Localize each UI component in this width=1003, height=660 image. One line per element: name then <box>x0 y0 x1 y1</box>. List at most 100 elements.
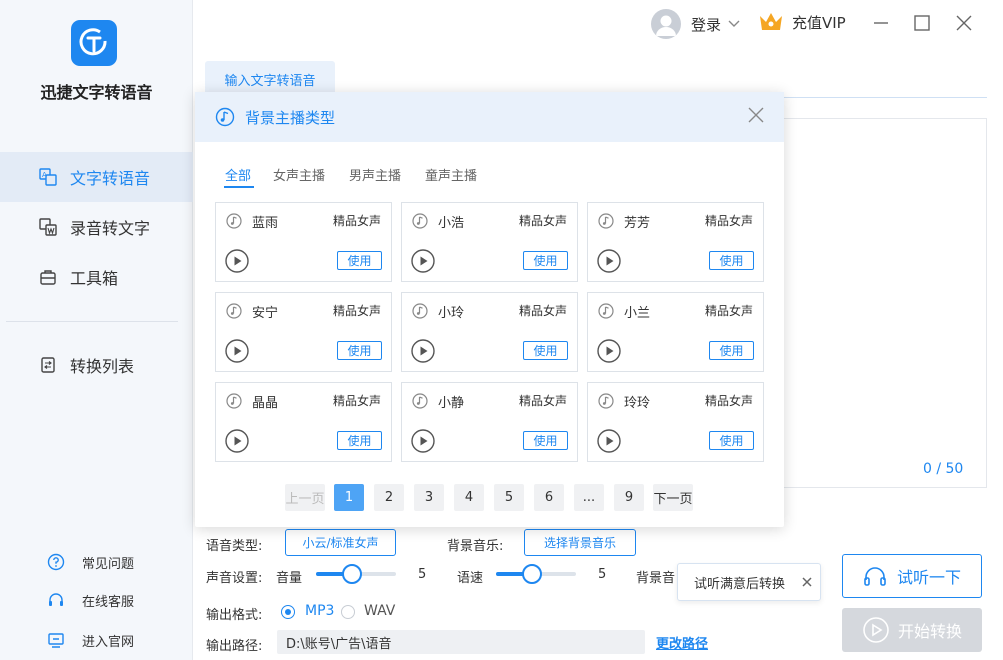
sidebar-item-recording-to-text[interactable]: 录音转文字 <box>0 202 193 252</box>
format-wav-label[interactable]: WAV <box>364 603 395 619</box>
list-icon <box>38 355 58 375</box>
official-site-link[interactable]: 进入官网 <box>46 630 134 650</box>
speed-slider[interactable] <box>496 564 576 584</box>
use-button[interactable]: 使用 <box>523 431 568 450</box>
start-convert-label: 开始转换 <box>897 622 962 641</box>
use-button[interactable]: 使用 <box>337 431 382 450</box>
anchor-card[interactable]: 小兰 精品女声 使用 <box>587 292 764 372</box>
anchor-name: 玲玲 <box>624 396 651 411</box>
use-button[interactable]: 使用 <box>709 341 754 360</box>
faq-link[interactable]: 常见问题 <box>46 552 134 572</box>
close-window-button[interactable] <box>953 12 975 34</box>
play-icon[interactable] <box>411 249 435 273</box>
play-icon[interactable] <box>225 429 249 453</box>
select-bg-music-button[interactable]: 选择背景音乐 <box>524 529 636 556</box>
use-button[interactable]: 使用 <box>337 251 382 270</box>
online-support-link[interactable]: 在线客服 <box>46 590 134 610</box>
text-input-area[interactable] <box>784 118 987 488</box>
tab-all[interactable]: 全部 <box>225 165 251 184</box>
tab-female[interactable]: 女声主播 <box>273 165 325 184</box>
char-counter: 0 / 50 <box>923 461 964 477</box>
sidebar-item-text-to-speech[interactable]: A 文字转语音 <box>0 152 193 202</box>
minimize-button[interactable] <box>870 12 892 34</box>
question-icon <box>46 552 66 572</box>
format-wav-radio[interactable] <box>341 605 355 619</box>
sidebar-item-toolbox[interactable]: 工具箱 <box>0 252 193 302</box>
music-note-icon <box>598 213 614 229</box>
anchor-tag: 精品女声 <box>704 394 753 408</box>
preview-button[interactable]: 试听一下 <box>842 554 982 598</box>
chevron-down-icon <box>728 20 740 28</box>
play-icon[interactable] <box>597 249 621 273</box>
modal-title: 背景主播类型 <box>245 108 336 127</box>
maximize-icon <box>914 15 930 31</box>
use-button[interactable]: 使用 <box>523 341 568 360</box>
maximize-button[interactable] <box>911 12 933 34</box>
page-ellipsis[interactable]: ... <box>574 484 604 511</box>
sidebar-item-conversion-list[interactable]: 转换列表 <box>0 340 193 390</box>
tab-child[interactable]: 童声主播 <box>425 165 477 184</box>
page-1[interactable]: 1 <box>334 484 364 511</box>
change-path-link[interactable]: 更改路径 <box>656 633 708 652</box>
voice-type-button[interactable]: 小云/标准女声 <box>285 529 396 556</box>
crown-icon <box>758 11 784 33</box>
sidebar-item-label: 文字转语音 <box>70 169 151 188</box>
format-mp3-label[interactable]: MP3 <box>305 603 334 619</box>
vip-label: 充值VIP <box>792 13 846 32</box>
online-support-label: 在线客服 <box>82 594 135 610</box>
use-button[interactable]: 使用 <box>709 251 754 270</box>
volume-slider-knob[interactable] <box>342 564 362 584</box>
play-icon[interactable] <box>411 429 435 453</box>
music-note-icon <box>598 393 614 409</box>
recharge-vip-button[interactable]: 充值VIP <box>758 11 846 33</box>
anchor-card[interactable]: 芳芳 精品女声 使用 <box>587 202 764 282</box>
play-icon[interactable] <box>597 429 621 453</box>
format-mp3-radio[interactable] <box>281 605 295 619</box>
page-9[interactable]: 9 <box>614 484 644 511</box>
page-6[interactable]: 6 <box>534 484 564 511</box>
anchor-card[interactable]: 安宁 精品女声 使用 <box>215 292 392 372</box>
speed-slider-knob[interactable] <box>522 564 542 584</box>
sidebar-item-label: 录音转文字 <box>70 219 151 238</box>
faq-label: 常见问题 <box>82 556 135 572</box>
close-icon[interactable] <box>747 106 765 124</box>
start-convert-button[interactable]: 开始转换 <box>842 608 982 652</box>
page-4[interactable]: 4 <box>454 484 484 511</box>
anchor-tag: 精品女声 <box>518 304 567 318</box>
anchor-card[interactable]: 小静 精品女声 使用 <box>401 382 578 462</box>
anchor-card[interactable]: 玲玲 精品女声使用 <box>587 382 764 462</box>
page-5[interactable]: 5 <box>494 484 524 511</box>
page-3[interactable]: 3 <box>414 484 444 511</box>
play-icon[interactable] <box>597 339 621 363</box>
preview-tooltip: 试听满意后转换 <box>677 563 821 601</box>
use-button[interactable]: 使用 <box>709 431 754 450</box>
volume-slider[interactable] <box>316 564 396 584</box>
anchor-tag: 精品女声 <box>704 304 753 318</box>
close-icon[interactable] <box>800 575 814 589</box>
anchor-card[interactable]: 小玲 精品女声 使用 <box>401 292 578 372</box>
preview-label: 试听一下 <box>896 568 961 587</box>
page-2[interactable]: 2 <box>374 484 404 511</box>
sidebar-item-label: 转换列表 <box>70 357 135 376</box>
login-label: 登录 <box>691 15 722 34</box>
music-note-icon <box>226 393 242 409</box>
tab-male[interactable]: 男声主播 <box>349 165 401 184</box>
anchor-card[interactable]: 晶晶 精品女声 使用 <box>215 382 392 462</box>
anchor-card[interactable]: 蓝雨 精品女声 使用 <box>215 202 392 282</box>
play-icon[interactable] <box>225 249 249 273</box>
recording-text-icon <box>38 217 58 237</box>
use-button[interactable]: 使用 <box>337 341 382 360</box>
play-icon[interactable] <box>225 339 249 363</box>
next-page-button[interactable]: 下一页 <box>653 484 693 511</box>
prev-page-button[interactable]: 上一页 <box>285 484 325 511</box>
headphones-icon <box>863 565 887 587</box>
output-path-field[interactable]: D:\账号\广告\语音 <box>277 630 645 654</box>
headset-icon <box>46 590 66 610</box>
login-button[interactable]: 登录 <box>651 9 740 39</box>
anchor-tag: 精品女声 <box>704 214 753 228</box>
use-button[interactable]: 使用 <box>523 251 568 270</box>
anchor-card[interactable]: 小浩 精品女声 使用 <box>401 202 578 282</box>
play-icon[interactable] <box>411 339 435 363</box>
anchor-name: 安宁 <box>252 306 279 321</box>
bg-music-label: 背景音乐: <box>447 539 504 554</box>
